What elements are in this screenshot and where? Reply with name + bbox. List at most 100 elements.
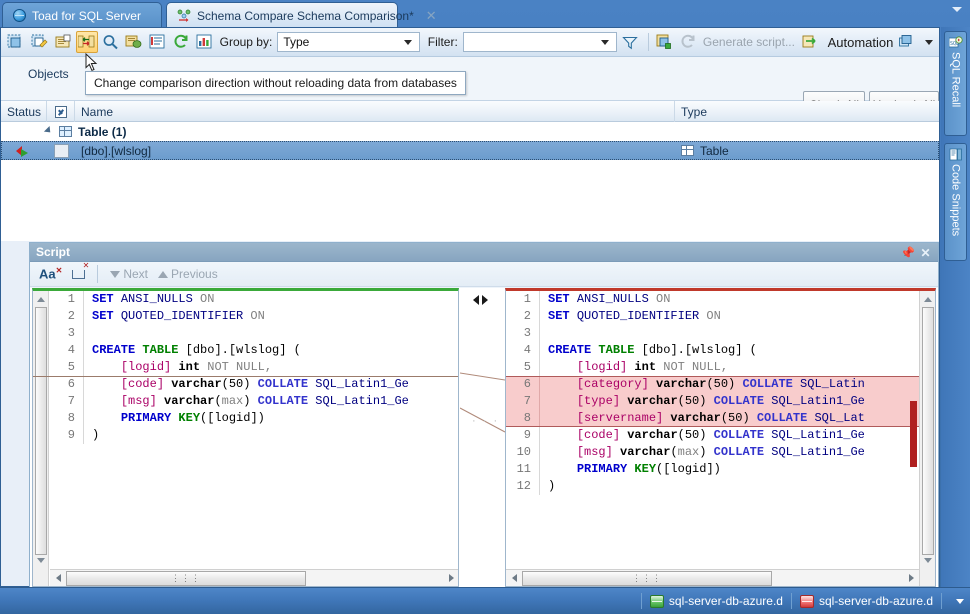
row-checkbox[interactable]: [53, 143, 69, 158]
diff-connector: [460, 372, 505, 433]
scroll-thumb[interactable]: [922, 307, 934, 555]
next-difference-button[interactable]: Next: [107, 267, 151, 281]
objects-tab-label[interactable]: Objects: [28, 67, 69, 81]
code-text: ): [548, 479, 556, 493]
scroll-right-icon[interactable]: [903, 571, 919, 586]
line-number: 6: [506, 376, 540, 393]
code-line[interactable]: 4 CREATE TABLE [dbo].[wlslog] (: [506, 342, 920, 359]
previous-difference-button[interactable]: Previous: [155, 267, 221, 281]
left-pane-vertical-scrollbar[interactable]: [33, 291, 49, 586]
status-separator: [640, 593, 642, 609]
code-line[interactable]: 8 PRIMARY KEY([logid]): [50, 410, 458, 427]
left-code-lines[interactable]: 1 SET ANSI_NULLS ON 2 SET QUOTED_IDENTIFIER…: [50, 291, 458, 572]
comparison-properties-button[interactable]: [52, 31, 74, 53]
sidebar-item-code-snippets[interactable]: Code Snippets: [944, 143, 967, 261]
find-button[interactable]: [100, 31, 122, 53]
expander-icon[interactable]: [37, 125, 59, 136]
new-comparison-button[interactable]: [5, 31, 27, 53]
automation-dropdown-button[interactable]: [896, 31, 918, 53]
code-line[interactable]: 8 [servername] varchar(50) COLLATE SQL_L…: [506, 410, 920, 427]
edit-comparison-button[interactable]: [29, 31, 51, 53]
code-line[interactable]: 9): [50, 427, 458, 444]
window-caret-icon[interactable]: [952, 7, 962, 12]
automation-icon-button[interactable]: [800, 31, 822, 53]
code-line[interactable]: 2 SET QUOTED_IDENTIFIER ON: [50, 308, 458, 325]
column-header-status[interactable]: Status: [1, 101, 47, 122]
pin-icon[interactable]: 📌: [900, 246, 915, 260]
status-db-source-label: sql-server-db-azure.d: [668, 594, 783, 608]
code-line[interactable]: 3: [50, 325, 458, 342]
scroll-thumb[interactable]: [35, 307, 47, 555]
refresh-button[interactable]: [170, 31, 192, 53]
filter-funnel-button[interactable]: [619, 31, 641, 53]
automation-label: Automation: [827, 34, 894, 50]
overflow-caret-icon[interactable]: [956, 598, 964, 604]
code-line[interactable]: 11 PRIMARY KEY([logid]): [506, 461, 920, 478]
match-case-button[interactable]: Aa✕: [36, 266, 65, 281]
generate-script-icon-button[interactable]: [677, 31, 699, 53]
code-line[interactable]: 6 [code] varchar(50) COLLATE SQL_Latin1_…: [50, 376, 458, 393]
ignore-whitespace-button[interactable]: ✕: [69, 261, 89, 279]
group-by-select[interactable]: Type: [277, 32, 420, 52]
right-pane-vertical-scrollbar[interactable]: [919, 291, 935, 586]
column-header-type[interactable]: Type: [675, 101, 939, 122]
sidebar-item-sql-recall[interactable]: SQL SQL Recall: [944, 31, 967, 136]
code-line[interactable]: 5 [logid] int NOT NULL,: [506, 359, 920, 376]
row-checkbox-cell[interactable]: [47, 143, 75, 158]
column-header-name[interactable]: Name: [75, 101, 675, 122]
filter-input[interactable]: [462, 32, 618, 52]
application-window: Toad for SQL Server Schema Compare Schem…: [0, 0, 970, 614]
close-icon[interactable]: ✕: [426, 8, 437, 24]
code-line[interactable]: 7 [msg] varchar(max) COLLATE SQL_Latin1_…: [50, 393, 458, 410]
scroll-down-icon[interactable]: [922, 554, 934, 566]
code-line[interactable]: 10 [msg] varchar(max) COLLATE SQL_Latin1…: [506, 444, 920, 461]
chevron-down-icon[interactable]: [924, 39, 933, 45]
export-button[interactable]: [123, 31, 145, 53]
tooltip: Change comparison direction without relo…: [85, 71, 466, 95]
code-line[interactable]: 5 [logid] int NOT NULL,: [50, 359, 458, 376]
scroll-left-icon[interactable]: [50, 571, 66, 586]
code-line[interactable]: 1 SET ANSI_NULLS ON: [506, 291, 920, 308]
code-line[interactable]: 9 [code] varchar(50) COLLATE SQL_Latin1_…: [506, 427, 920, 444]
column-header-checkbox[interactable]: [47, 101, 75, 122]
close-icon[interactable]: ✕: [919, 246, 932, 260]
next-label: Next: [123, 267, 149, 281]
scroll-up-icon[interactable]: [35, 293, 47, 305]
toolbar-separator: [647, 33, 649, 51]
tab-label: Schema Compare Schema Comparison*: [197, 8, 414, 23]
scroll-right-icon[interactable]: [443, 571, 458, 586]
report-button[interactable]: [194, 31, 216, 53]
scroll-up-icon[interactable]: [922, 293, 934, 305]
table-row[interactable]: [dbo].[wlslog] Table: [1, 141, 939, 160]
scroll-left-icon[interactable]: [506, 571, 522, 586]
details-button[interactable]: [147, 31, 169, 53]
code-line[interactable]: 1 SET ANSI_NULLS ON: [50, 291, 458, 308]
line-number: 5: [50, 359, 84, 376]
left-pane-horizontal-scrollbar[interactable]: ⋮⋮⋮: [50, 569, 458, 586]
status-db-target[interactable]: sql-server-db-azure.d: [799, 594, 933, 608]
status-db-source[interactable]: sql-server-db-azure.d: [649, 594, 783, 608]
right-code-lines[interactable]: 1 SET ANSI_NULLS ON 2 SET QUOTED_IDENTIFIER…: [506, 291, 920, 572]
tab-toad-for-sql-server[interactable]: Toad for SQL Server: [2, 2, 162, 28]
diff-viewer: 1 SET ANSI_NULLS ON 2 SET QUOTED_IDENTIFIER…: [30, 288, 938, 587]
right-pane-horizontal-scrollbar[interactable]: ⋮⋮⋮: [506, 569, 919, 586]
tab-schema-compare[interactable]: Schema Compare Schema Comparison* ✕: [166, 2, 437, 28]
code-line[interactable]: 2 SET QUOTED_IDENTIFIER ON: [506, 308, 920, 325]
scroll-down-icon[interactable]: [35, 554, 47, 566]
scroll-thumb[interactable]: ⋮⋮⋮: [522, 570, 772, 586]
code-text: CREATE TABLE [dbo].[wlslog] (: [92, 343, 301, 357]
script-target-button[interactable]: [654, 31, 676, 53]
code-text: [category] varchar(50) COLLATE SQL_Latin: [576, 377, 865, 391]
code-line[interactable]: 6 [category] varchar(50) COLLATE SQL_Lat…: [506, 376, 920, 393]
code-snippets-icon: [949, 148, 963, 161]
code-line[interactable]: 12): [506, 478, 920, 495]
code-line[interactable]: 3: [506, 325, 920, 342]
scroll-thumb[interactable]: ⋮⋮⋮: [66, 570, 306, 586]
match-case-icon: Aa✕: [39, 266, 63, 282]
code-line[interactable]: 4 CREATE TABLE [dbo].[wlslog] (: [50, 342, 458, 359]
diff-gutter: · · ·: [460, 288, 505, 587]
status-bar: sql-server-db-azure.d sql-server-db-azur…: [0, 587, 970, 614]
code-line[interactable]: 7 [type] varchar(50) COLLATE SQL_Latin1_…: [506, 393, 920, 410]
change-direction-button[interactable]: [75, 31, 98, 53]
grid-group-row[interactable]: Table (1): [1, 122, 939, 141]
